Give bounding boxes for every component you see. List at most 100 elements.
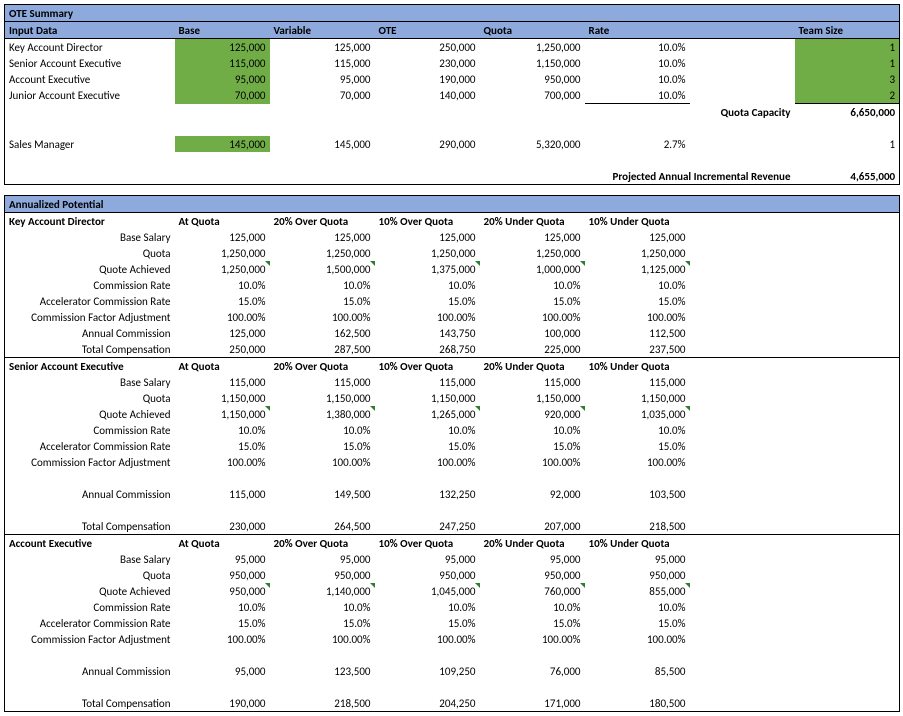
scenario-header: 20% Under Quota	[480, 358, 585, 375]
accel_rate-cell: 15.0%	[270, 293, 375, 309]
row-label-quota: Quota	[5, 390, 175, 406]
team-cell[interactable]: 1	[795, 55, 900, 71]
scenario-header: 10% Under Quota	[585, 213, 690, 230]
role-name: Account Executive	[5, 535, 175, 552]
total_comp-cell: 268,750	[375, 341, 480, 358]
base-cell: 125,000	[175, 229, 270, 245]
achieved-cell: 1,375,000	[375, 261, 480, 277]
comm_rate-cell: 10.0%	[585, 422, 690, 438]
comm_rate-cell: 10.0%	[175, 277, 270, 293]
total_comp-cell: 250,000	[175, 341, 270, 358]
factor-cell: 100.00%	[480, 454, 585, 470]
base-cell[interactable]: 95,000	[175, 71, 270, 87]
role-name: Key Account Director	[5, 213, 175, 230]
base-cell: 125,000	[585, 229, 690, 245]
rate-cell: 10.0%	[585, 39, 690, 56]
achieved-cell: 1,500,000	[270, 261, 375, 277]
achieved-cell: 1,250,000	[175, 261, 270, 277]
row-label-achieved: Quote Achieved	[5, 261, 175, 277]
factor-cell: 100.00%	[585, 631, 690, 647]
quota-cell: 1,250,000	[585, 245, 690, 261]
base-cell[interactable]: 125,000	[175, 39, 270, 56]
quota-cell: 950,000	[375, 567, 480, 583]
achieved-cell: 1,150,000	[175, 406, 270, 422]
row-label-quota: Quota	[5, 567, 175, 583]
achieved-cell: 1,125,000	[585, 261, 690, 277]
accel_rate-cell: 15.0%	[585, 293, 690, 309]
row-label-quota: Quota	[5, 245, 175, 261]
quota-cell: 950,000	[480, 71, 585, 87]
role-cell: Junior Account Executive	[5, 87, 175, 104]
team-cell[interactable]: 3	[795, 71, 900, 87]
team-cell[interactable]: 2	[795, 87, 900, 104]
projected-label: Projected Annual Incremental Revenue	[375, 168, 795, 185]
annualized-table: Annualized Potential Key Account Directo…	[4, 195, 900, 712]
accel_rate-cell: 15.0%	[375, 615, 480, 631]
row-label-comm_rate: Commission Rate	[5, 599, 175, 615]
comm_rate-cell: 10.0%	[375, 599, 480, 615]
comm_rate-cell: 10.0%	[375, 422, 480, 438]
scenario-header: 10% Under Quota	[585, 358, 690, 375]
hdr-ote: OTE	[375, 22, 480, 39]
total_comp-cell: 207,000	[480, 518, 585, 535]
hdr-base: Base	[175, 22, 270, 39]
total_comp-cell: 247,250	[375, 518, 480, 535]
factor-cell: 100.00%	[480, 631, 585, 647]
base-cell: 125,000	[375, 229, 480, 245]
team-cell[interactable]: 1	[795, 39, 900, 56]
comm_rate-cell: 10.0%	[480, 277, 585, 293]
rate-cell: 10.0%	[585, 87, 690, 104]
hdr-team-size: Team Size	[795, 22, 900, 39]
annual_comm-cell: 109,250	[375, 663, 480, 679]
achieved-cell: 950,000	[175, 583, 270, 599]
quota-cell: 950,000	[480, 567, 585, 583]
scenario-header: 10% Over Quota	[375, 213, 480, 230]
quota-cell: 1,150,000	[175, 390, 270, 406]
base-cell[interactable]: 70,000	[175, 87, 270, 104]
quota-cell: 950,000	[270, 567, 375, 583]
quota-cell: 950,000	[585, 567, 690, 583]
comm_rate-cell: 10.0%	[270, 599, 375, 615]
base-cell: 95,000	[585, 551, 690, 567]
factor-cell: 100.00%	[270, 631, 375, 647]
total_comp-cell: 230,000	[175, 518, 270, 535]
scenario-header: 20% Over Quota	[270, 535, 375, 552]
quota-cell: 1,150,000	[270, 390, 375, 406]
annual_comm-cell: 115,000	[175, 486, 270, 502]
base-cell[interactable]: 145,000	[175, 136, 270, 152]
ote-title: OTE Summary	[5, 5, 900, 22]
accel_rate-cell: 15.0%	[585, 615, 690, 631]
variable-cell: 95,000	[270, 71, 375, 87]
factor-cell: 100.00%	[585, 309, 690, 325]
row-label-total_comp: Total Compensation	[5, 518, 175, 535]
projected-value: 4,655,000	[795, 168, 900, 185]
hdr-rate: Rate	[585, 22, 690, 39]
annual_comm-cell: 85,500	[585, 663, 690, 679]
quota-cell: 1,250,000	[270, 245, 375, 261]
scenario-header: 10% Under Quota	[585, 535, 690, 552]
factor-cell: 100.00%	[480, 309, 585, 325]
base-cell: 95,000	[270, 551, 375, 567]
factor-cell: 100.00%	[585, 454, 690, 470]
hdr-variable: Variable	[270, 22, 375, 39]
quota-cell: 1,250,000	[375, 245, 480, 261]
row-label-base: Base Salary	[5, 551, 175, 567]
comm_rate-cell: 10.0%	[375, 277, 480, 293]
comm_rate-cell: 10.0%	[480, 599, 585, 615]
base-cell[interactable]: 115,000	[175, 55, 270, 71]
achieved-cell: 920,000	[480, 406, 585, 422]
row-label-achieved: Quote Achieved	[5, 583, 175, 599]
annual_comm-cell: 95,000	[175, 663, 270, 679]
ote-cell: 290,000	[375, 136, 480, 152]
total_comp-cell: 171,000	[480, 695, 585, 712]
row-label-total_comp: Total Compensation	[5, 341, 175, 358]
quota-cell: 1,150,000	[480, 390, 585, 406]
base-cell: 115,000	[480, 374, 585, 390]
annual_comm-cell: 132,250	[375, 486, 480, 502]
achieved-cell: 1,035,000	[585, 406, 690, 422]
rate-cell: 2.7%	[585, 136, 690, 152]
row-label-annual_comm: Annual Commission	[5, 325, 175, 341]
comm_rate-cell: 10.0%	[270, 277, 375, 293]
row-label-accel_rate: Accelerator Commission Rate	[5, 438, 175, 454]
annual_comm-cell: 123,500	[270, 663, 375, 679]
